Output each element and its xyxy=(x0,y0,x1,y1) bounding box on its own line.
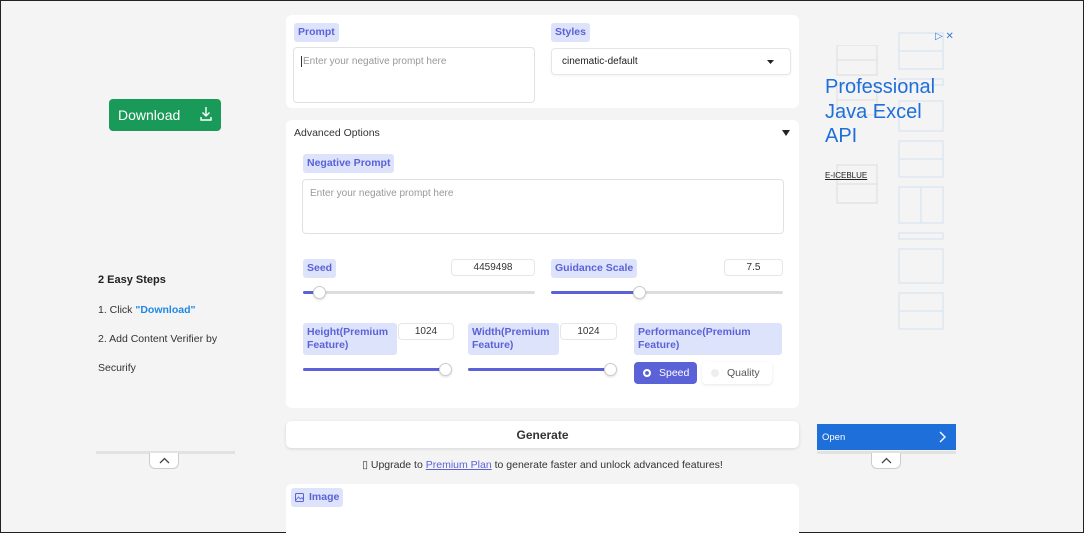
width-slider-fill xyxy=(468,368,610,371)
styles-select[interactable]: cinematic-default xyxy=(551,48,791,75)
steps-title: 2 Easy Steps xyxy=(98,274,166,286)
download-button[interactable]: Download xyxy=(109,99,221,131)
step-2-cont: Securify xyxy=(98,362,136,374)
prompt-placeholder: Enter your negative prompt here xyxy=(301,56,447,67)
negative-prompt-label: Negative Prompt xyxy=(303,154,395,173)
image-card xyxy=(286,484,799,533)
premium-plan-link[interactable]: Premium Plan xyxy=(426,459,492,471)
open-label: Open xyxy=(822,431,846,443)
generate-button[interactable]: Generate xyxy=(286,421,799,448)
height-slider-fill xyxy=(303,368,445,371)
ad-choices-icon[interactable]: ▷ ✕ xyxy=(935,31,954,42)
width-input[interactable]: 1024 xyxy=(560,323,617,340)
collapse-triangle-icon[interactable] xyxy=(782,130,790,136)
speed-option[interactable]: Speed xyxy=(634,362,697,384)
step-2: 2. Add Content Verifier by xyxy=(98,333,218,345)
image-icon xyxy=(295,493,304,502)
height-input[interactable]: 1024 xyxy=(398,323,454,340)
guidance-slider-thumb[interactable] xyxy=(633,286,646,299)
download-label: Download xyxy=(118,107,181,123)
caret-down-icon xyxy=(767,60,774,64)
radio-unselected-icon xyxy=(711,369,719,377)
height-slider[interactable] xyxy=(303,363,452,376)
step-1: 1. Click "Download" xyxy=(98,304,196,316)
styles-label: Styles xyxy=(551,23,590,42)
step-1-link: "Download" xyxy=(135,304,196,316)
chevron-up-icon xyxy=(881,457,891,464)
guidance-scale-label: Guidance Scale xyxy=(551,259,638,278)
open-button[interactable]: Open xyxy=(817,424,956,450)
image-label: Image xyxy=(291,488,344,507)
height-slider-thumb[interactable] xyxy=(439,363,452,376)
performance-label: Performance(Premium Feature) xyxy=(634,323,782,355)
seed-slider-thumb[interactable] xyxy=(313,286,326,299)
prompt-input[interactable]: Enter your negative prompt here xyxy=(293,47,535,103)
seed-slider[interactable] xyxy=(303,286,535,299)
negative-prompt-input[interactable]: Enter your negative prompt here xyxy=(302,179,784,234)
quality-label: Quality xyxy=(727,367,760,379)
width-label: Width(Premium Feature) xyxy=(468,323,559,355)
speed-label: Speed xyxy=(659,367,690,379)
guidance-scale-input[interactable]: 7.5 xyxy=(724,259,783,276)
right-ad-collapse-button[interactable] xyxy=(871,453,901,469)
seed-input[interactable]: 4459498 xyxy=(451,259,535,276)
width-slider-thumb[interactable] xyxy=(604,363,617,376)
chevron-right-icon xyxy=(939,431,946,443)
left-ad-collapse-button[interactable] xyxy=(149,453,179,469)
ad-title[interactable]: Professional Java Excel API xyxy=(825,75,955,149)
advanced-options-title[interactable]: Advanced Options xyxy=(294,127,380,139)
width-slider[interactable] xyxy=(468,363,617,376)
seed-label: Seed xyxy=(303,259,337,278)
radio-selected-icon xyxy=(643,369,651,377)
quality-option[interactable]: Quality xyxy=(702,362,772,384)
ad-brand-link[interactable]: E-ICEBLUE xyxy=(825,171,867,180)
chevron-up-icon xyxy=(159,457,169,464)
download-icon xyxy=(200,107,212,121)
guidance-scale-slider[interactable] xyxy=(551,286,783,299)
negative-prompt-placeholder: Enter your negative prompt here xyxy=(310,188,454,199)
height-label: Height(Premium Feature) xyxy=(303,323,397,355)
upgrade-notice: ▯ Upgrade to Premium Plan to generate fa… xyxy=(362,459,723,471)
prompt-label: Prompt xyxy=(294,23,339,42)
guidance-slider-fill xyxy=(551,291,639,294)
styles-value: cinematic-default xyxy=(562,56,638,67)
